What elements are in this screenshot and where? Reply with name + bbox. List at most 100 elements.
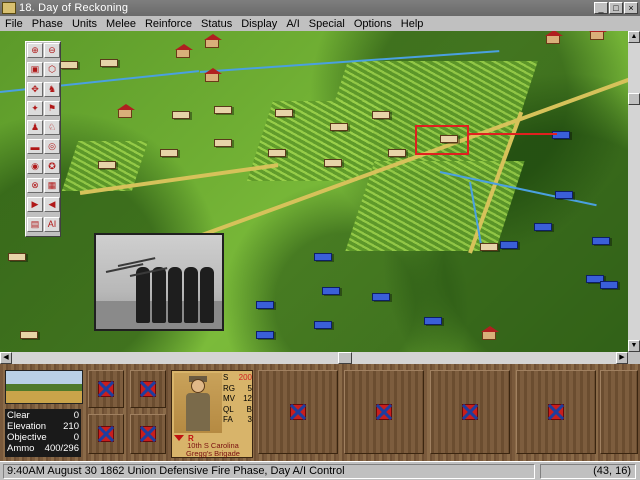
menu-special[interactable]: Special	[304, 18, 349, 30]
confederate-unit[interactable]	[98, 161, 116, 169]
app-icon[interactable]	[2, 2, 16, 14]
infantry-icon[interactable]: ♟	[27, 120, 43, 136]
scroll-left-icon[interactable]: ◀	[0, 352, 12, 364]
scroll-up-icon[interactable]: ▲	[628, 31, 640, 43]
confederate-unit[interactable]	[330, 123, 348, 131]
status-text: 9:40AM August 30 1862 Union Defensive Fi…	[3, 464, 535, 479]
info-label: Elevation	[7, 421, 47, 432]
union-unit[interactable]	[256, 331, 274, 339]
compass-icon[interactable]: ⊗	[27, 178, 43, 194]
menu-options[interactable]: Options	[349, 18, 396, 30]
stat-label: MV	[223, 394, 235, 403]
close-button[interactable]: ×	[624, 2, 638, 14]
artillery-icon[interactable]: ▬	[27, 139, 43, 155]
minimize-button[interactable]: _	[594, 2, 608, 14]
stat-label: S	[223, 373, 229, 382]
unit-slot[interactable]	[516, 370, 596, 454]
unit-slot[interactable]	[600, 370, 638, 454]
confederate-unit[interactable]	[100, 59, 118, 67]
cavalry-icon[interactable]: ♘	[44, 120, 60, 136]
maximize-button[interactable]: □	[609, 2, 623, 14]
menu-melee[interactable]: Melee	[101, 18, 140, 30]
scroll-down-icon[interactable]: ▼	[628, 340, 640, 352]
farmhouse	[589, 31, 607, 40]
stat-value: 5	[247, 383, 252, 393]
union-unit[interactable]	[592, 237, 610, 245]
grid-icon[interactable]: ▦	[44, 178, 60, 194]
union-unit[interactable]	[555, 191, 573, 199]
unit-icon[interactable]: ▣	[27, 62, 43, 78]
confederate-unit[interactable]	[60, 61, 78, 69]
unit-name: 10th S Carolina Gregg's Brigade	[174, 442, 252, 458]
farmhouse	[204, 68, 222, 82]
menu-file[interactable]: File	[0, 18, 27, 30]
prev-icon[interactable]: ◀	[44, 197, 60, 213]
confederate-unit[interactable]	[172, 111, 190, 119]
battle-photo	[94, 233, 224, 331]
disk-icon[interactable]: ▤	[27, 216, 43, 232]
binoculars-icon[interactable]: ◎	[44, 139, 60, 155]
leader-icon[interactable]: ♞	[44, 81, 60, 97]
unit-slot[interactable]	[344, 370, 424, 454]
next-icon[interactable]: ▶	[27, 197, 43, 213]
status-bar: 9:40AM August 30 1862 Union Defensive Fi…	[0, 461, 640, 480]
union-unit[interactable]	[534, 223, 552, 231]
confederate-unit[interactable]	[8, 253, 26, 261]
objective-icon[interactable]: ✪	[44, 158, 60, 174]
ai-icon[interactable]: AI	[44, 216, 60, 232]
info-value: 0	[73, 410, 79, 421]
zoom-in-icon[interactable]: ⊕	[27, 43, 43, 58]
menu-status[interactable]: Status	[196, 18, 236, 30]
menu-help[interactable]: Help	[396, 18, 428, 30]
union-unit[interactable]	[500, 241, 518, 249]
info-label: Ammo	[7, 443, 35, 454]
vertical-scroll-thumb[interactable]	[628, 93, 640, 105]
unit-slot[interactable]	[88, 370, 124, 408]
union-unit[interactable]	[256, 301, 274, 309]
menu-ai[interactable]: A/I	[281, 18, 303, 30]
confederate-unit[interactable]	[268, 149, 286, 157]
confederate-unit[interactable]	[388, 149, 406, 157]
fire-icon[interactable]: ✦	[27, 100, 43, 116]
vertical-scrollbar[interactable]: ▲ ▼	[628, 31, 640, 352]
horizontal-scrollbar[interactable]: ◀ ▶	[0, 352, 628, 364]
leader-card[interactable]: S 200 RG 5 MV 12 QL B FA 3 R 10th S Carolina …	[171, 370, 253, 458]
confederate-unit[interactable]	[480, 243, 498, 251]
confederate-flag-icon	[98, 426, 114, 442]
zoom-out-icon[interactable]: ⊖	[44, 43, 60, 58]
flag-icon[interactable]: ⚑	[44, 100, 60, 116]
confederate-unit[interactable]	[275, 109, 293, 117]
menu-display[interactable]: Display	[236, 18, 281, 30]
confederate-unit[interactable]	[214, 139, 232, 147]
unit-slot[interactable]	[258, 370, 338, 454]
unit-slot[interactable]	[130, 370, 166, 408]
horizontal-scroll-thumb[interactable]	[338, 352, 352, 364]
unit-slot[interactable]	[88, 414, 124, 454]
union-unit[interactable]	[314, 253, 332, 261]
confederate-unit[interactable]	[372, 111, 390, 119]
window-title: 18. Day of Reckoning	[19, 2, 129, 14]
menu-phase[interactable]: Phase	[27, 18, 67, 30]
move-icon[interactable]: ✥	[27, 81, 43, 97]
menu-reinforce[interactable]: Reinforce	[140, 18, 196, 30]
facing-arrow-icon	[174, 435, 184, 441]
hex-icon[interactable]: ⬡	[44, 62, 60, 78]
confederate-unit[interactable]	[160, 149, 178, 157]
union-unit[interactable]	[600, 281, 618, 289]
confederate-unit[interactable]	[20, 331, 38, 339]
union-unit[interactable]	[322, 287, 340, 295]
info-value: 400/296	[44, 443, 79, 454]
confederate-unit[interactable]	[324, 159, 342, 167]
target-icon[interactable]: ◉	[27, 158, 43, 174]
confederate-unit[interactable]	[214, 106, 232, 114]
confederate-flag-icon	[140, 426, 156, 442]
menu-units[interactable]: Units	[67, 18, 101, 30]
scroll-right-icon[interactable]: ▶	[616, 352, 628, 364]
union-unit[interactable]	[372, 293, 390, 301]
union-unit[interactable]	[314, 321, 332, 329]
info-label: Clear	[7, 410, 30, 421]
unit-slot[interactable]	[430, 370, 510, 454]
union-unit[interactable]	[424, 317, 442, 325]
title-bar: 18. Day of Reckoning _ □ ×	[0, 0, 640, 16]
unit-slot[interactable]	[130, 414, 166, 454]
